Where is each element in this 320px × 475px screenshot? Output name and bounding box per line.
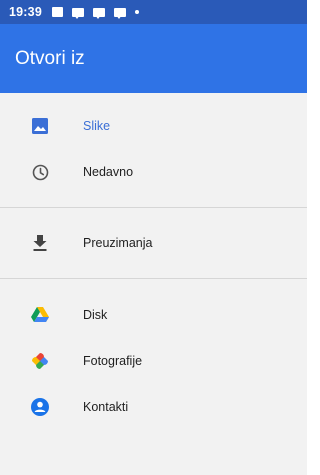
clock-icon	[31, 163, 49, 181]
google-drive-icon	[31, 306, 49, 324]
divider	[0, 207, 307, 208]
drawer-item-label: Preuzimanja	[83, 236, 153, 250]
contacts-icon	[31, 398, 49, 416]
app-bar: Otvori iz	[0, 24, 307, 93]
message-notification-icon	[71, 7, 84, 19]
message-notification-icon	[113, 7, 126, 19]
status-bar: 19:39	[0, 0, 307, 24]
drawer-item-label: Kontakti	[83, 400, 129, 414]
image-icon	[31, 117, 49, 135]
download-icon	[31, 234, 49, 252]
drawer-item-contacts[interactable]: Kontakti	[0, 387, 307, 427]
drawer-item-downloads[interactable]: Preuzimanja	[0, 223, 307, 263]
message-notification-icon	[92, 7, 105, 19]
navigation-drawer: Slike Nedavno Preuzimanja Disk Fotografi…	[0, 93, 307, 475]
image-notification-icon	[51, 7, 63, 17]
drawer-item-photos[interactable]: Fotografije	[0, 341, 307, 381]
divider	[0, 278, 307, 279]
page-title: Otvori iz	[15, 47, 85, 69]
dot-notification-icon	[134, 10, 139, 14]
drawer-item-images[interactable]: Slike	[0, 106, 307, 146]
google-photos-icon	[31, 352, 49, 370]
drawer-item-label: Fotografije	[83, 354, 143, 368]
status-time: 19:39	[9, 5, 42, 19]
drawer-item-label: Slike	[83, 119, 111, 133]
drawer-item-label: Nedavno	[83, 165, 134, 179]
drawer-item-drive[interactable]: Disk	[0, 295, 307, 335]
screen: 19:39 Otvori iz Slike Nedavno Preuzimanj…	[0, 0, 307, 475]
drawer-item-label: Disk	[83, 308, 108, 322]
drawer-item-recent[interactable]: Nedavno	[0, 152, 307, 192]
